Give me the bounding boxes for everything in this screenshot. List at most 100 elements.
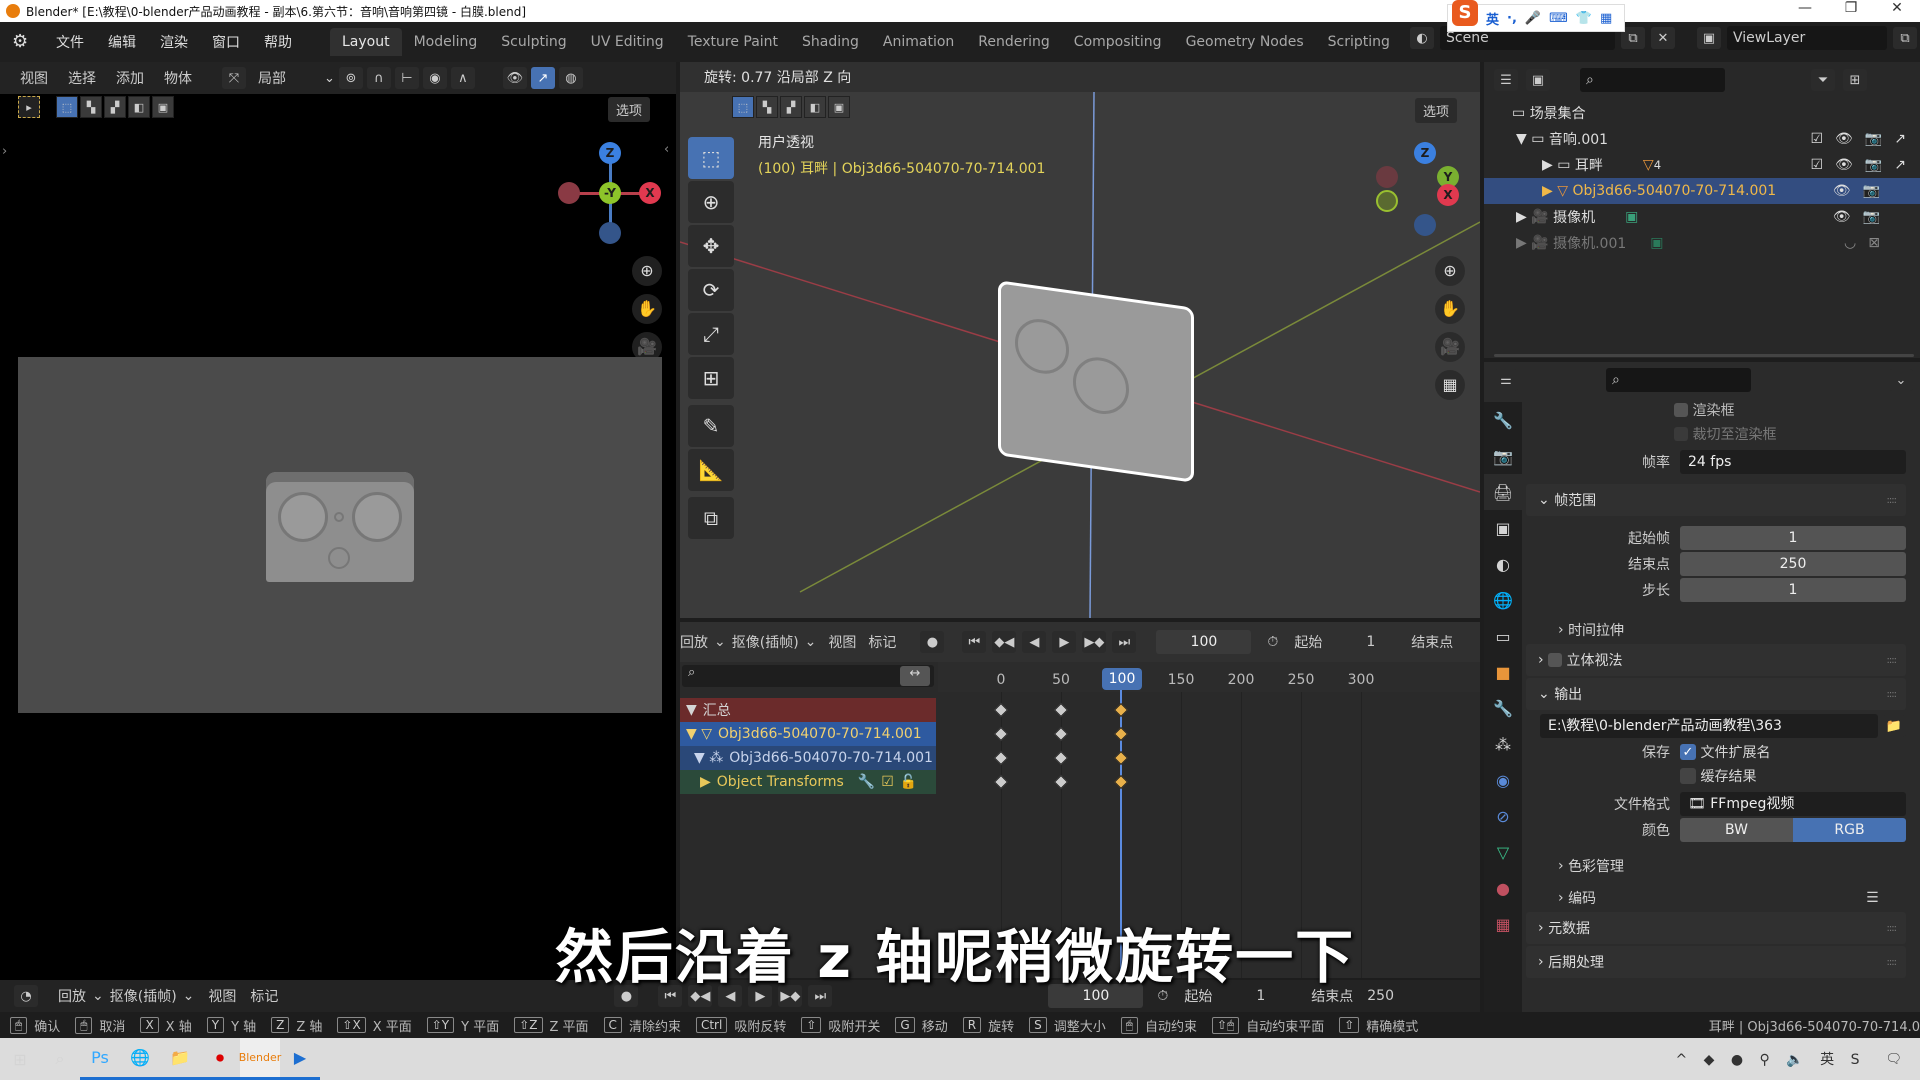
render-disabled-icon[interactable]: ⊠ <box>1868 235 1880 251</box>
stereoscopy-panel[interactable]: › 立体视法:::: <box>1526 644 1906 676</box>
minimize-button[interactable]: — <box>1782 0 1828 16</box>
menu-file[interactable]: 文件 <box>44 32 96 52</box>
sidebar-toggle-icon[interactable]: ‹ <box>664 142 669 157</box>
scale-tool-icon[interactable]: ⤢ <box>688 313 734 355</box>
eye-icon[interactable]: 👁 <box>1835 131 1853 147</box>
tab-scripting[interactable]: Scripting <box>1316 28 1402 56</box>
keyframe[interactable] <box>993 750 1009 766</box>
selectable-icon[interactable]: ↗ <box>1894 157 1906 173</box>
select-mode-invert-icon[interactable]: ◧ <box>128 96 150 118</box>
scene-remove-icon[interactable]: ✕ <box>1651 27 1675 49</box>
keyframe[interactable] <box>1113 774 1129 790</box>
tab-rendering[interactable]: Rendering <box>966 28 1062 56</box>
view-layer-tab-icon[interactable]: ▣ <box>1484 510 1522 546</box>
render-camera-icon[interactable]: 📷 <box>1865 157 1882 173</box>
play-icon[interactable]: ▶ <box>1052 631 1077 653</box>
keying-menu[interactable]: 抠像(插帧) <box>110 986 177 1006</box>
viewlayer-icon[interactable]: ▣ <box>1697 27 1721 49</box>
tab-compositing[interactable]: Compositing <box>1062 28 1174 56</box>
properties-search-input[interactable]: ⌕ <box>1606 368 1751 392</box>
modifier-tab-icon[interactable]: 🔧 <box>1484 690 1522 726</box>
material-tab-icon[interactable]: ● <box>1484 870 1522 906</box>
preset-list-icon[interactable]: ☰ <box>1866 890 1879 906</box>
ime-apps-icon[interactable]: ▦ <box>1600 11 1612 26</box>
select-mode-extend-icon[interactable]: ▚ <box>80 96 102 118</box>
menu-edit[interactable]: 编辑 <box>96 32 148 52</box>
taskbar-app-browser[interactable]: 🌐 <box>120 1038 160 1080</box>
jump-start-icon[interactable]: ⏮ <box>962 631 987 653</box>
taskbar-app-photoshop[interactable]: Ps <box>80 1038 120 1080</box>
outliner[interactable]: ☰ ▣ ⌕ ⏷ ⊞ ▭ 场景集合 ▼ ▭ 音响.001 ☑ 👁 📷 ↗ ▶ ▭ 耳畔 ▽… <box>1484 62 1920 358</box>
options-dropdown[interactable]: 选项 <box>608 97 651 122</box>
render-region-row[interactable]: 渲染框 <box>1674 400 1920 420</box>
taskbar-app-recorder[interactable]: ⏺ <box>200 1038 240 1080</box>
cursor-tool-icon[interactable]: ⊕ <box>688 181 734 223</box>
keyframe[interactable] <box>1053 750 1069 766</box>
tab-uv-editing[interactable]: UV Editing <box>579 28 676 56</box>
measure-tool-icon[interactable]: 📐 <box>688 449 734 491</box>
gizmo-neg-x-axis[interactable] <box>558 182 580 204</box>
transform-tool-icon[interactable]: ⊞ <box>688 357 734 399</box>
channel-object[interactable]: ▼ ▽ Obj3d66-504070-70-714.001 <box>680 722 936 746</box>
overlay-icon[interactable]: ◍ <box>558 67 583 89</box>
keyframe[interactable] <box>1113 750 1129 766</box>
outliner-search-input[interactable]: ⌕ <box>1580 68 1725 92</box>
jump-end-icon[interactable]: ⏭ <box>1112 631 1137 653</box>
select-mode-subtract-icon[interactable]: ▞ <box>104 96 126 118</box>
snap-target-icon[interactable]: ⊢ <box>394 67 419 89</box>
color-bw-button[interactable]: BW <box>1680 818 1793 842</box>
menu-view[interactable]: 视图 <box>12 66 56 90</box>
channel-group[interactable]: ▶ Object Transforms 🔧 ☑ 🔓 <box>680 770 936 794</box>
frame-range-panel[interactable]: ⌄ 帧范围:::: <box>1526 484 1906 516</box>
transform-orientation-icon[interactable]: ⤧ <box>222 67 246 89</box>
object-tab-icon[interactable]: ■ <box>1484 654 1522 690</box>
gizmo-neg-z-axis[interactable] <box>599 222 621 244</box>
render-tab-icon[interactable]: 📷 <box>1484 438 1522 474</box>
gizmo-neg-z-axis[interactable] <box>1414 214 1436 236</box>
gizmo-toggle-icon[interactable]: ↗ <box>530 67 555 89</box>
world-tab-icon[interactable]: 🌐 <box>1484 582 1522 618</box>
exclude-checkbox[interactable]: ☑ <box>1810 131 1823 147</box>
select-tool-icon[interactable]: ▸ <box>18 96 40 118</box>
viewlayer-name-field[interactable]: ViewLayer <box>1727 26 1887 50</box>
constraints-tab-icon[interactable]: ⊘ <box>1484 798 1522 834</box>
encoding-subpanel[interactable]: › 编码 ☰ <box>1558 888 1920 908</box>
3d-viewport[interactable]: 旋转: 0.77 沿局部 Z 向 ⬚ ▚ ▞ ◧ ▣ 选项 用户透视 (100)… <box>680 62 1480 618</box>
scene-tab-icon[interactable]: ◐ <box>1484 546 1522 582</box>
texture-tab-icon[interactable]: ▦ <box>1484 906 1522 942</box>
maximize-button[interactable]: ❐ <box>1828 0 1874 16</box>
output-panel[interactable]: ⌄ 输出:::: <box>1526 678 1906 710</box>
viewlayer-copy-icon[interactable]: ⧉ <box>1893 27 1917 49</box>
pan-hand-icon[interactable]: ✋ <box>1435 294 1465 324</box>
ime-skin-icon[interactable]: 👕 <box>1576 11 1592 26</box>
tab-sculpting[interactable]: Sculpting <box>489 28 578 56</box>
data-tab-icon[interactable]: ▽ <box>1484 834 1522 870</box>
gizmo-z-axis[interactable]: Z <box>1414 142 1436 164</box>
exclude-checkbox[interactable]: ☑ <box>1810 157 1823 173</box>
filter-view-icon[interactable]: ▣ <box>1526 69 1550 91</box>
menu-window[interactable]: 窗口 <box>200 32 252 52</box>
display-mode-icon[interactable]: ☰ <box>1494 69 1518 91</box>
editor-type-clock-icon[interactable]: ◔ <box>14 985 38 1007</box>
properties-editor[interactable]: ⚌ ⌕ ⌄ 🔧 📷 🖨 ▣ ◐ 🌐 ▭ ■ 🔧 ⁂ ◉ ⊘ ▽ ● ▦ 渲染框 … <box>1484 362 1920 1012</box>
gizmo-neg-x-axis[interactable] <box>1376 166 1398 188</box>
visibility-icon[interactable]: 👁 <box>502 67 527 89</box>
ime-language[interactable]: 英 <box>1486 9 1499 28</box>
tab-texture-paint[interactable]: Texture Paint <box>676 28 790 56</box>
move-tool-icon[interactable]: ✥ <box>688 225 734 267</box>
lock-icon[interactable]: 🔓 <box>900 774 917 790</box>
view-menu[interactable]: 视图 <box>208 986 236 1006</box>
outliner-row-scene-collection[interactable]: ▭ 场景集合 <box>1484 100 1920 126</box>
render-camera-icon[interactable]: 📷 <box>1863 183 1880 199</box>
menu-render[interactable]: 渲染 <box>148 32 200 52</box>
keying-menu[interactable]: 抠像(插帧) <box>732 632 799 652</box>
output-tab-icon[interactable]: 🖨 <box>1484 474 1522 510</box>
eye-hidden-icon[interactable]: ◡ <box>1844 235 1856 251</box>
gizmo-neg-y-axis[interactable]: -Y <box>599 182 621 204</box>
physics-tab-icon[interactable]: ◉ <box>1484 762 1522 798</box>
next-keyframe-icon[interactable]: ▶◆ <box>1082 631 1107 653</box>
selectable-icon[interactable]: ↗ <box>1894 131 1906 147</box>
navigation-gizmo[interactable]: Z -Y X <box>558 142 661 252</box>
mute-checkbox[interactable]: ☑ <box>881 774 894 790</box>
select-mode-intersect-icon[interactable]: ▣ <box>152 96 174 118</box>
